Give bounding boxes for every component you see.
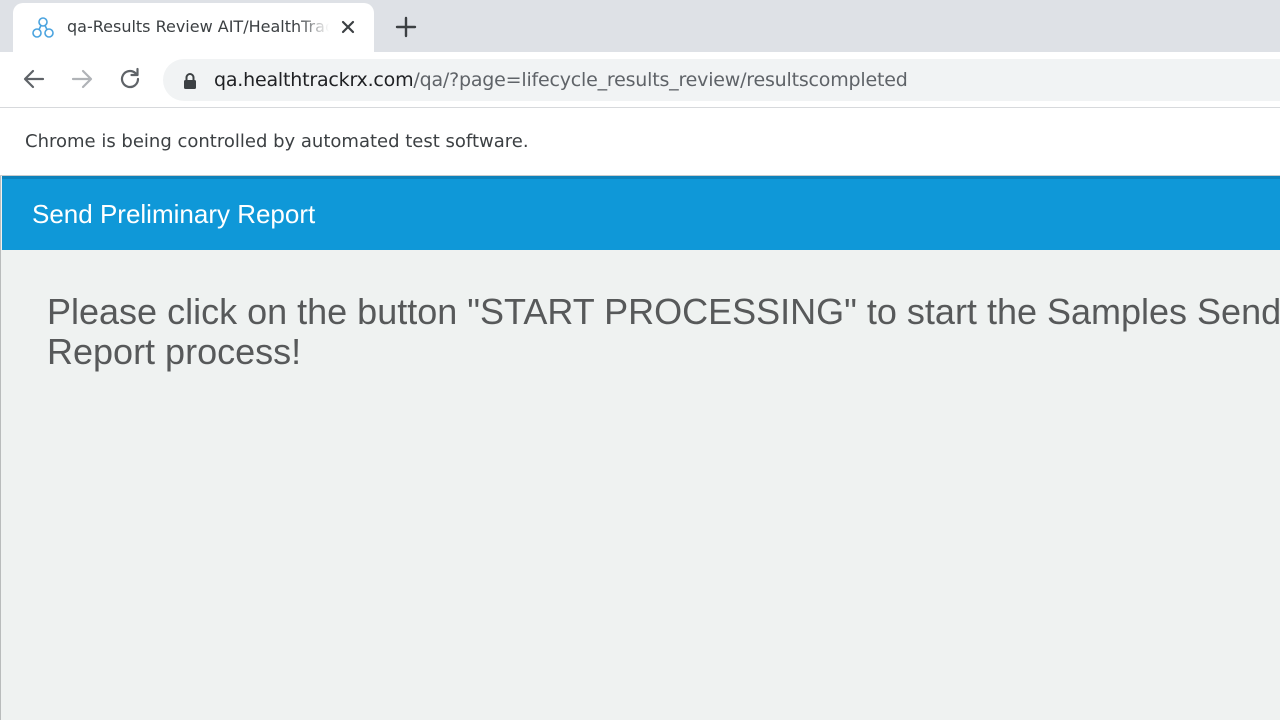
url-path: /qa/?page=lifecycle_results_review/resul… bbox=[413, 69, 908, 91]
tab-title: qa-Results Review AIT/HealthTrackRx bbox=[67, 17, 329, 36]
url-host: qa.healthtrackrx.com bbox=[214, 69, 414, 91]
browser-toolbar: qa.healthtrackrx.com/qa/?page=lifecycle_… bbox=[0, 52, 1280, 108]
automation-infobar: Chrome is being controlled by automated … bbox=[0, 108, 1280, 176]
molecule-icon bbox=[32, 17, 54, 38]
page-title: Send Preliminary Report bbox=[32, 199, 316, 229]
url-text[interactable]: qa.healthtrackrx.com/qa/?page=lifecycle_… bbox=[214, 68, 908, 92]
instruction-message: Please click on the button "START PROCES… bbox=[47, 291, 1280, 372]
forward-arrow-icon[interactable] bbox=[68, 65, 96, 93]
tab-strip: qa-Results Review AIT/HealthTrackRx bbox=[0, 0, 1280, 52]
plus-icon[interactable] bbox=[393, 14, 419, 40]
close-icon[interactable] bbox=[339, 18, 357, 36]
reload-icon[interactable] bbox=[116, 65, 144, 93]
infobar-message: Chrome is being controlled by automated … bbox=[25, 131, 529, 152]
page-content: Send Preliminary Report Please click on … bbox=[0, 176, 1280, 720]
browser-tab[interactable]: qa-Results Review AIT/HealthTrackRx bbox=[13, 3, 374, 52]
back-arrow-icon[interactable] bbox=[20, 65, 48, 93]
lock-icon[interactable] bbox=[182, 72, 198, 90]
address-bar[interactable]: qa.healthtrackrx.com/qa/?page=lifecycle_… bbox=[163, 59, 1280, 101]
page-header: Send Preliminary Report bbox=[2, 176, 1280, 250]
